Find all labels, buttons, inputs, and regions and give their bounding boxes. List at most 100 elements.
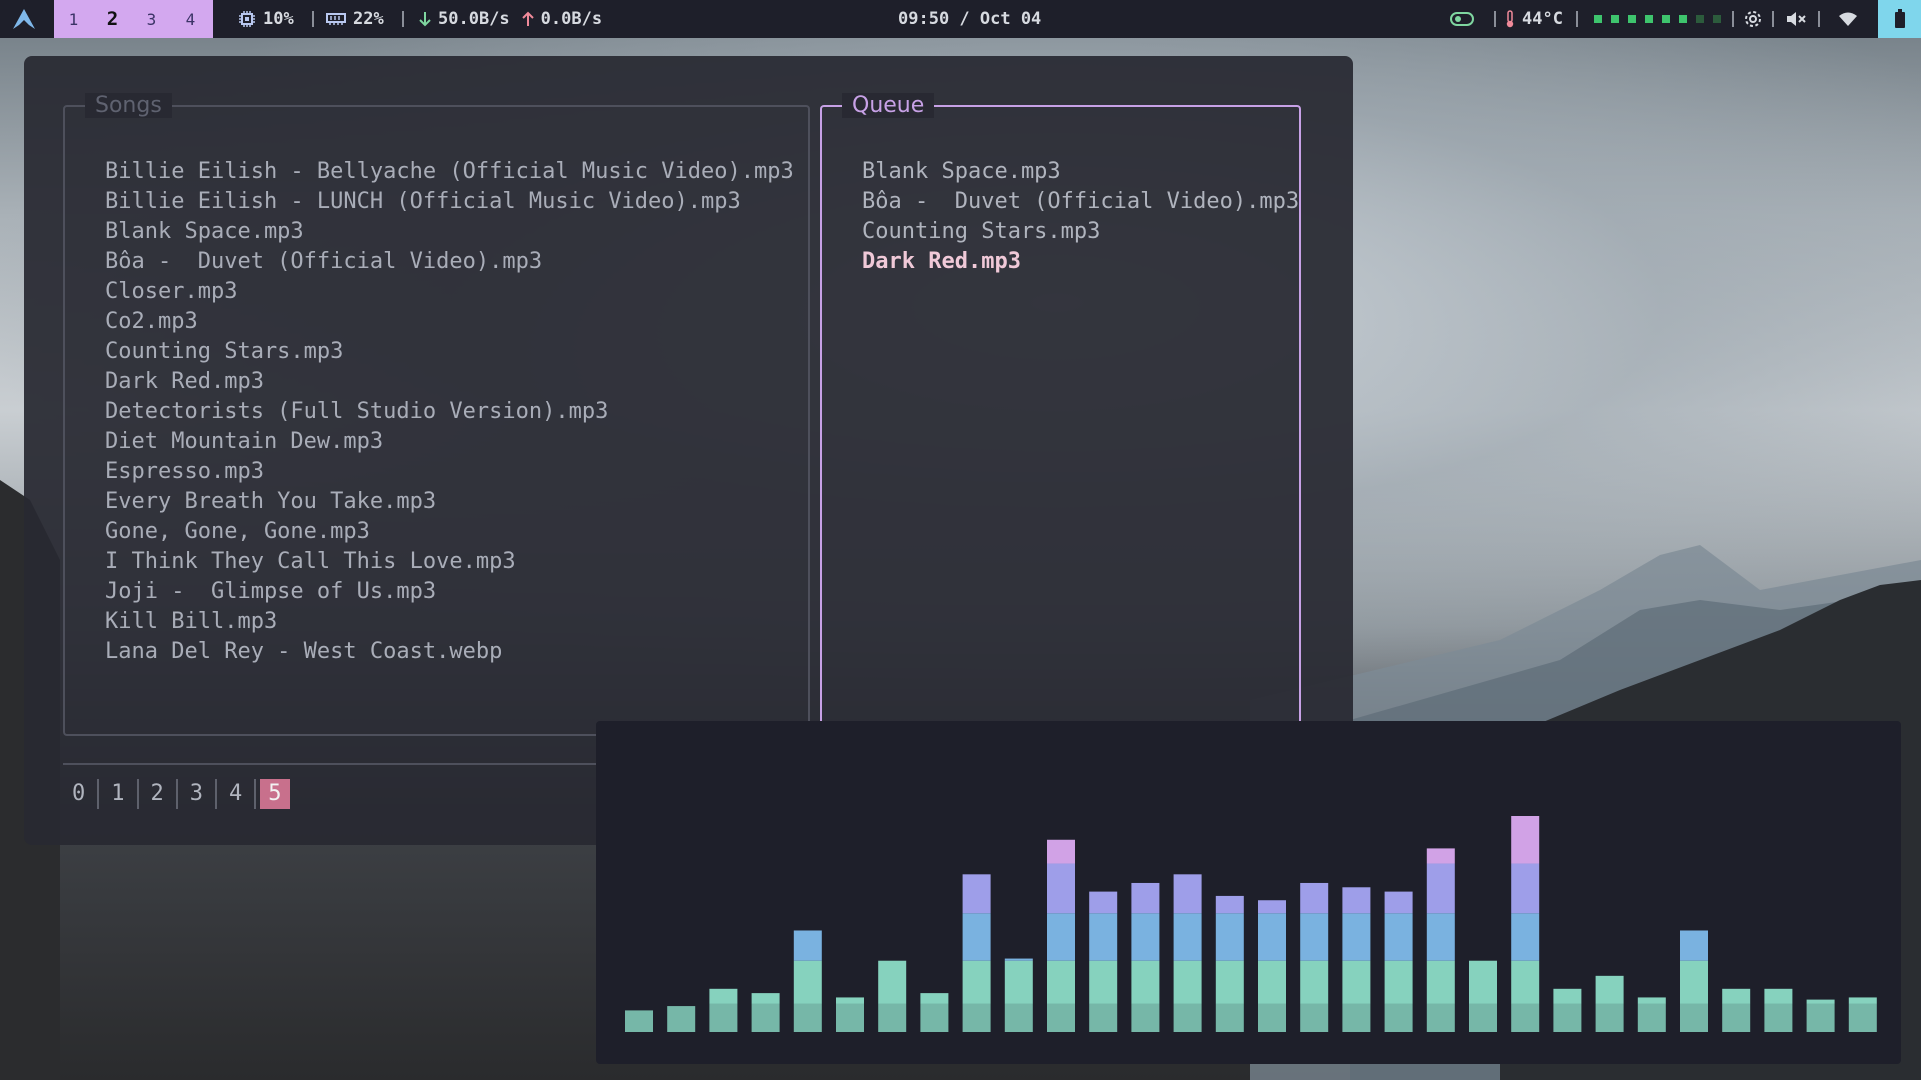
visualizer-bar — [1300, 882, 1329, 1032]
queue-list: Blank Space.mp3 Bôa - Duvet (Official Vi… — [862, 157, 1299, 277]
queue-item[interactable]: Bôa - Duvet (Official Video).mp3 — [862, 187, 1299, 217]
visualizer-bar — [1004, 958, 1033, 1032]
songs-title: Songs — [85, 93, 172, 118]
memory-usage: 22% — [353, 9, 384, 29]
page-tabs: 0 1 2 3 4 5 — [60, 779, 290, 809]
tab-1[interactable]: 1 — [99, 779, 139, 809]
network-upload: 0.0B/s — [540, 9, 603, 29]
visualizer-bar — [1215, 895, 1244, 1032]
settings-widget[interactable] — [1744, 0, 1769, 38]
clock-text: 09:50 / Oct 04 — [898, 9, 1042, 29]
songs-list: Billie Eilish - Bellyache (Official Musi… — [105, 157, 794, 667]
divider — [63, 763, 623, 765]
battery-widget[interactable] — [1878, 0, 1921, 38]
visualizer-bar — [836, 997, 864, 1032]
song-item[interactable]: Billie Eilish - LUNCH (Official Music Vi… — [105, 187, 794, 217]
cpu-icon — [239, 11, 255, 27]
temperature-value: 44°C — [1522, 9, 1563, 29]
activity-indicator — [1594, 0, 1721, 38]
visualizer-bars — [625, 816, 1877, 1032]
visualizer-bar — [962, 874, 991, 1032]
visualizer-bar — [920, 993, 949, 1032]
activity-dots — [1594, 15, 1721, 23]
workspace-1[interactable]: 1 — [54, 10, 93, 29]
visualizer-bar — [1173, 874, 1202, 1032]
song-item[interactable]: Espresso.mp3 — [105, 457, 794, 487]
visualizer-bar — [1089, 891, 1118, 1032]
workspace-3[interactable]: 3 — [132, 10, 171, 29]
tab-0[interactable]: 0 — [60, 779, 100, 809]
song-item[interactable]: Diet Mountain Dew.mp3 — [105, 427, 794, 457]
song-item[interactable]: Lana Del Rey - West Coast.webp — [105, 637, 794, 667]
queue-item[interactable]: Blank Space.mp3 — [862, 157, 1299, 187]
song-item[interactable]: Counting Stars.mp3 — [105, 337, 794, 367]
visualizer-bar — [1342, 887, 1371, 1032]
song-item[interactable]: Dark Red.mp3 — [105, 367, 794, 397]
song-item[interactable]: Co2.mp3 — [105, 307, 794, 337]
song-item[interactable]: Closer.mp3 — [105, 277, 794, 307]
visualizer-bar — [1384, 891, 1413, 1032]
song-item[interactable]: Detectorists (Full Studio Version).mp3 — [105, 397, 794, 427]
workspace-2[interactable]: 2 — [93, 8, 132, 30]
song-item[interactable]: I Think They Call This Love.mp3 — [105, 547, 794, 577]
cpu-widget[interactable]: 10% — [238, 0, 294, 38]
visualizer-bar — [1469, 960, 1497, 1032]
network-widget[interactable]: 50.0B/s 0.0B/s — [419, 0, 602, 38]
queue-panel: Queue Blank Space.mp3 Bôa - Duvet (Offic… — [820, 93, 1301, 745]
visualizer-bar — [1806, 999, 1835, 1032]
arrow-up-icon — [521, 11, 534, 26]
memory-icon — [326, 13, 346, 25]
workspace-switcher: 1 2 3 4 — [54, 0, 213, 38]
tab-4[interactable]: 4 — [217, 779, 257, 809]
visualizer-bar — [751, 993, 780, 1032]
wifi-icon — [1839, 12, 1857, 26]
song-item[interactable]: Blank Space.mp3 — [105, 217, 794, 247]
visualizer-bar — [667, 1006, 696, 1032]
song-item[interactable]: Kill Bill.mp3 — [105, 607, 794, 637]
gear-icon — [1745, 11, 1761, 27]
visualizer-bar — [1426, 848, 1455, 1032]
volume-widget[interactable] — [1785, 0, 1814, 38]
song-item[interactable]: Gone, Gone, Gone.mp3 — [105, 517, 794, 547]
visualizer-bar — [1131, 882, 1160, 1032]
visualizer-bar — [709, 988, 738, 1032]
thermometer-icon — [1506, 10, 1514, 28]
cpu-usage: 10% — [263, 9, 294, 29]
songs-panel: Songs Billie Eilish - Bellyache (Officia… — [63, 93, 810, 736]
temperature-widget[interactable]: 44°C — [1505, 0, 1563, 38]
queue-title: Queue — [842, 93, 935, 118]
arch-logo-icon[interactable] — [12, 8, 36, 30]
volume-muted-icon — [1787, 12, 1806, 26]
visualizer-bar — [1047, 839, 1075, 1032]
wifi-widget[interactable] — [1838, 0, 1865, 38]
song-item[interactable]: Every Breath You Take.mp3 — [105, 487, 794, 517]
tab-2[interactable]: 2 — [139, 779, 178, 809]
visualizer-bar — [1553, 988, 1582, 1032]
battery-icon — [1894, 9, 1905, 28]
song-item[interactable]: Billie Eilish - Bellyache (Official Musi… — [105, 157, 794, 187]
network-download: 50.0B/s — [438, 9, 510, 29]
visualizer-bar — [1595, 975, 1624, 1032]
toggle-widget[interactable] — [1450, 0, 1481, 38]
toggle-icon — [1450, 12, 1474, 26]
song-item[interactable]: Bôa - Duvet (Official Video).mp3 — [105, 247, 794, 277]
queue-item-current[interactable]: Dark Red.mp3 — [862, 247, 1299, 277]
visualizer-bar — [793, 930, 822, 1032]
memory-widget[interactable]: 22% — [326, 0, 384, 38]
visualizer-bar — [1848, 997, 1877, 1032]
visualizer-bar — [878, 960, 907, 1032]
top-bar: 1 2 3 4 10% 22% 50.0B/s 0.0B/s 09:50 / O… — [0, 0, 1921, 38]
arrow-down-icon — [419, 12, 431, 27]
visualizer-bar — [1511, 816, 1540, 1032]
queue-item[interactable]: Counting Stars.mp3 — [862, 217, 1299, 247]
visualizer-bar — [1680, 930, 1708, 1032]
visualizer-bar — [1764, 988, 1793, 1032]
visualizer-bar — [1258, 900, 1286, 1032]
workspace-4[interactable]: 4 — [171, 10, 210, 29]
song-item[interactable]: Joji - Glimpse of Us.mp3 — [105, 577, 794, 607]
visualizer-bar — [1722, 988, 1751, 1032]
clock[interactable]: 09:50 / Oct 04 — [898, 0, 1041, 38]
tab-3[interactable]: 3 — [178, 779, 217, 809]
visualizer-bar — [1637, 997, 1666, 1032]
tab-5[interactable]: 5 — [260, 779, 290, 809]
